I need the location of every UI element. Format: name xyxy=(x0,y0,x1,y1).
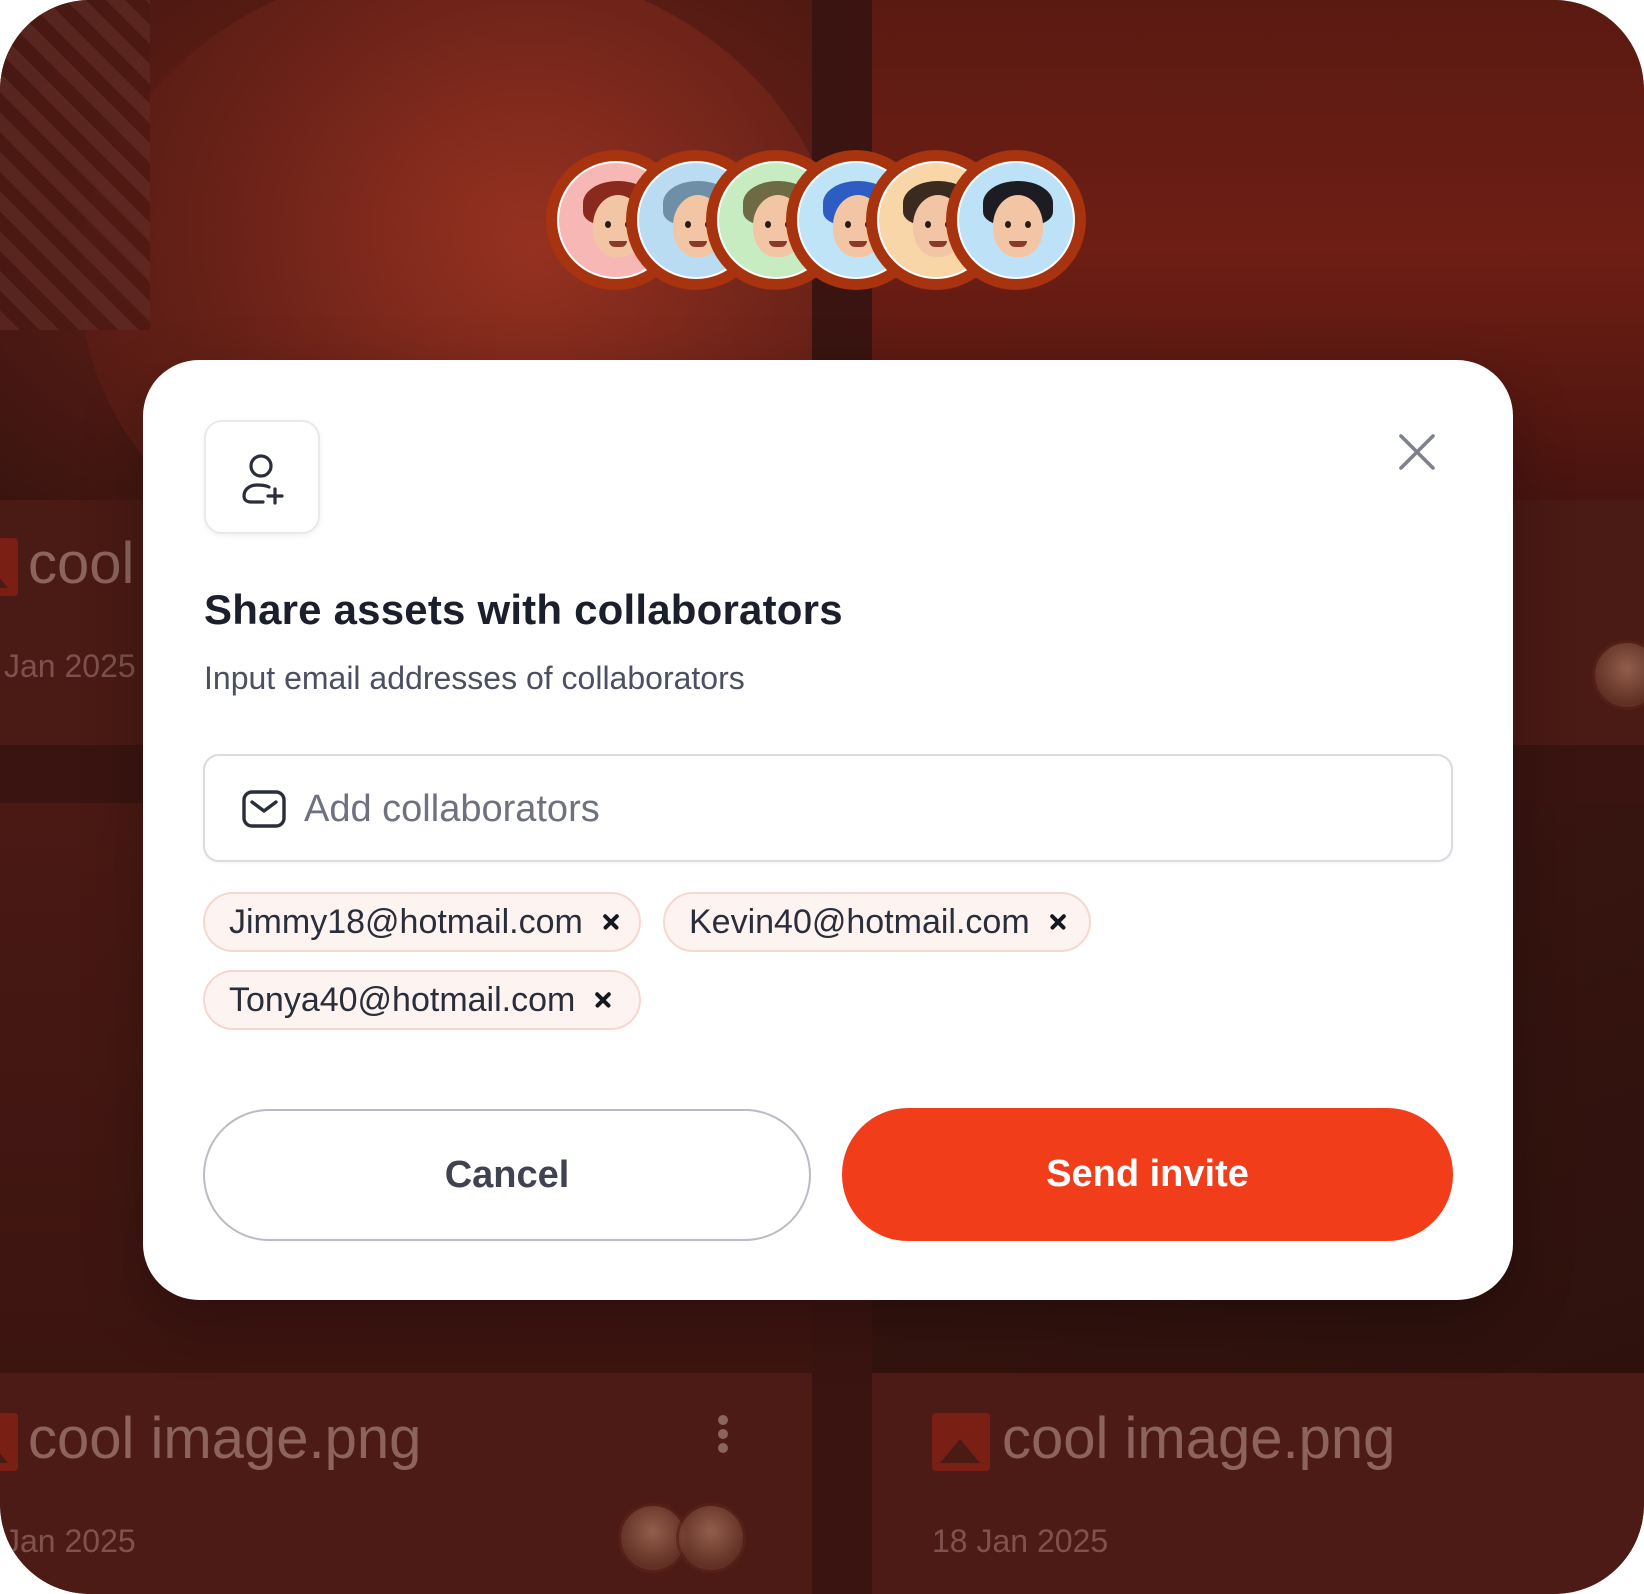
dialog-title: Share assets with collaborators xyxy=(204,586,843,633)
cancel-button[interactable]: Cancel xyxy=(203,1109,811,1241)
asset-info: cool image.png Jan 2025 xyxy=(0,1373,812,1594)
asset-info: cool image.png 18 Jan 2025 xyxy=(872,1373,1644,1594)
avatar xyxy=(946,150,1086,290)
chip-email: Jimmy18@hotmail.com xyxy=(229,902,583,941)
asset-date: Jan 2025 xyxy=(4,1523,136,1559)
user-plus-icon xyxy=(242,454,284,505)
collaborator-avatar xyxy=(676,1503,746,1573)
chip-email: Tonya40@hotmail.com xyxy=(229,980,576,1019)
image-icon xyxy=(932,1413,990,1471)
email-chip: Kevin40@hotmail.com xyxy=(663,892,1091,952)
collaborator-avatar xyxy=(1592,640,1644,710)
close-button[interactable] xyxy=(1395,430,1439,474)
email-chip: Jimmy18@hotmail.com xyxy=(203,892,641,952)
remove-chip-icon[interactable] xyxy=(589,986,617,1014)
asset-date: 18 Jan 2025 xyxy=(932,1523,1109,1559)
chip-email: Kevin40@hotmail.com xyxy=(689,902,1030,941)
collaborator-email-input[interactable] xyxy=(304,776,1424,842)
email-chip: Tonya40@hotmail.com xyxy=(203,970,641,1030)
dialog-subtitle: Input email addresses of collaborators xyxy=(204,660,745,696)
remove-chip-icon[interactable] xyxy=(597,908,625,936)
close-icon xyxy=(1399,434,1435,470)
image-icon xyxy=(0,1413,18,1471)
asset-title: cool xyxy=(28,531,135,596)
dialog-icon-box xyxy=(204,420,320,534)
asset-date: Jan 2025 xyxy=(4,648,136,684)
remove-chip-icon[interactable] xyxy=(1044,908,1072,936)
collaborator-input-field[interactable] xyxy=(203,754,1453,862)
mail-icon xyxy=(242,790,286,828)
send-invite-button[interactable]: Send invite xyxy=(842,1108,1453,1241)
asset-title: cool image.png xyxy=(1002,1406,1396,1471)
image-icon xyxy=(0,538,18,596)
more-options-icon[interactable] xyxy=(718,1411,730,1457)
asset-title: cool image.png xyxy=(28,1406,422,1471)
app-frame: cool Jan 2025 cool image.png Jan 2025 co… xyxy=(0,0,1644,1594)
share-dialog: Share assets with collaborators Input em… xyxy=(143,360,1513,1300)
collaborator-avatar-stack xyxy=(546,150,1106,294)
tablecloth-pattern xyxy=(0,0,150,330)
memoji-face xyxy=(957,161,1075,279)
